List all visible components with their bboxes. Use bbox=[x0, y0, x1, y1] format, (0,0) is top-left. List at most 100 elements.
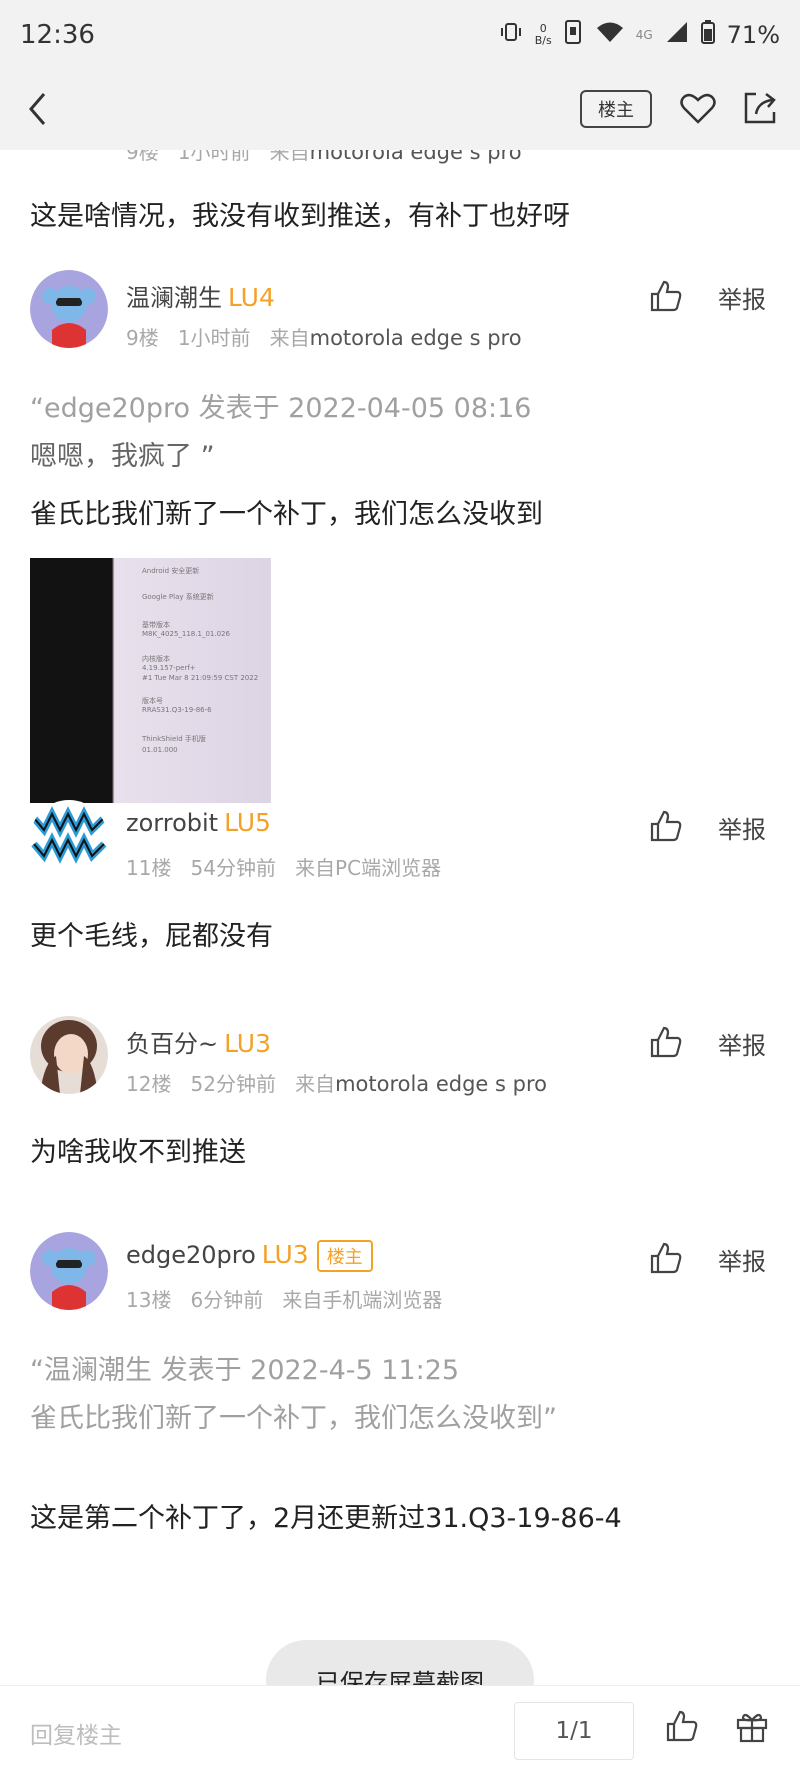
image-text: Google Play 系统更新 bbox=[142, 593, 214, 601]
report-button[interactable]: 举报 bbox=[718, 280, 766, 315]
author-name[interactable]: zorrobit bbox=[126, 809, 218, 837]
user-level: LU4 bbox=[228, 283, 275, 312]
floor-number: 11楼 bbox=[126, 856, 172, 880]
status-bar: 12:36 0 B/s 4G 71% bbox=[0, 0, 800, 72]
header: 楼主 bbox=[0, 72, 800, 150]
post-time: 1小时前 bbox=[177, 150, 251, 164]
quote-line: 雀氏比我们新了一个补丁，我们怎么没收到” bbox=[30, 1403, 557, 1434]
post-time: 1小时前 bbox=[177, 326, 251, 350]
report-button[interactable]: 举报 bbox=[718, 1026, 766, 1061]
source-label: 来自 bbox=[295, 1072, 336, 1096]
reply-meta: 11楼 54分钟前 来自PC端浏览器 bbox=[126, 852, 441, 881]
image-text: Android 安全更新 bbox=[142, 567, 200, 575]
op-badge: 楼主 bbox=[316, 1240, 373, 1272]
image-text: M8K_4025_118.1_01.026 bbox=[142, 630, 230, 638]
reply-body: 这是第二个补丁了，2月还更新过31.Q3-19-86-4 bbox=[30, 1503, 622, 1534]
quote-line: 嗯嗯，我疯了 ” bbox=[30, 441, 215, 472]
thumbs-up-icon bbox=[650, 280, 682, 312]
back-button[interactable] bbox=[18, 84, 58, 134]
avatar[interactable] bbox=[30, 270, 108, 348]
netspeed-unit: B/s bbox=[534, 34, 552, 47]
gift-button[interactable] bbox=[734, 1708, 772, 1746]
floor-number: 9楼 bbox=[126, 326, 159, 350]
share-icon bbox=[744, 92, 776, 124]
author-info: 温澜潮生 LU4 bbox=[126, 278, 275, 313]
author-name[interactable]: 负百分~ bbox=[126, 1030, 218, 1058]
like-button[interactable] bbox=[648, 1024, 688, 1064]
source-label: 来自 bbox=[269, 326, 310, 350]
post-time: 6分钟前 bbox=[190, 1288, 264, 1312]
user-level: LU3 bbox=[261, 1240, 309, 1269]
image-text: 版本号 bbox=[142, 697, 163, 705]
user-level: LU3 bbox=[224, 1029, 271, 1058]
reply-body: 这是啥情况，我没有收到推送，有补丁也好呀 bbox=[30, 201, 570, 232]
quote-line: “edge20pro 发表于 2022-04-05 08:16 bbox=[30, 393, 532, 424]
floor-number: 13楼 bbox=[126, 1288, 172, 1312]
reply-meta: 12楼 52分钟前 来自motorola edge s pro bbox=[126, 1068, 547, 1097]
source-label: 来自手机端浏览器 bbox=[282, 1288, 443, 1312]
source-device: motorola edge s pro bbox=[335, 1072, 547, 1096]
post-time: 52分钟前 bbox=[190, 1072, 276, 1096]
attached-image[interactable]: Android 安全更新 Google Play 系统更新 基带版本 M8K_4… bbox=[30, 558, 271, 803]
source-label: 来自 bbox=[269, 150, 310, 164]
post-time: 54分钟前 bbox=[190, 856, 276, 880]
image-text: ThinkShield 手机版 bbox=[142, 735, 206, 743]
reply-meta: 9楼 1小时前 来自motorola edge s pro bbox=[126, 150, 522, 165]
thumbs-up-icon bbox=[650, 810, 682, 842]
author-name[interactable]: edge20pro bbox=[126, 1241, 256, 1269]
floor-number: 12楼 bbox=[126, 1072, 172, 1096]
thumbs-up-icon bbox=[650, 1242, 682, 1274]
share-button[interactable] bbox=[740, 88, 780, 128]
author-info: zorrobit LU5 bbox=[126, 808, 271, 837]
image-text: 4.19.157-perf+ bbox=[142, 664, 196, 672]
reply-body: 雀氏比我们新了一个补丁，我们怎么没收到 bbox=[30, 499, 543, 530]
report-button[interactable]: 举报 bbox=[718, 1242, 766, 1277]
reply-meta: 13楼 6分钟前 来自手机端浏览器 bbox=[126, 1284, 442, 1313]
reply-body: 更个毛线，屁都没有 bbox=[30, 921, 273, 952]
sim-icon bbox=[564, 20, 584, 50]
avatar[interactable] bbox=[30, 1232, 108, 1310]
like-button[interactable] bbox=[648, 278, 688, 318]
battery-level: 71% bbox=[726, 21, 780, 49]
floor-number: 9楼 bbox=[126, 150, 159, 164]
source-label: 来自PC端浏览器 bbox=[295, 856, 442, 880]
like-button[interactable] bbox=[648, 1240, 688, 1280]
reply-list: ✦ ✦ ✦ 9楼 1小时前 来自motorola edge s pro 这是啥情… bbox=[0, 150, 800, 1680]
source-device: motorola edge s pro bbox=[309, 326, 522, 350]
reply-body: 为啥我收不到推送 bbox=[30, 1137, 246, 1168]
favorite-button[interactable] bbox=[678, 88, 718, 128]
signal-icon bbox=[665, 21, 689, 49]
image-text: 01.01.000 bbox=[142, 746, 178, 754]
netspeed: 0 B/s bbox=[535, 23, 552, 47]
thumbs-up-icon bbox=[650, 1026, 682, 1058]
heart-icon bbox=[680, 93, 716, 124]
network-type: 4G bbox=[635, 28, 653, 42]
reply-input[interactable]: 回复楼主 bbox=[30, 1716, 122, 1750]
top-bar: 12:36 0 B/s 4G 71% 楼主 bbox=[0, 0, 800, 150]
only-op-filter-button[interactable]: 楼主 bbox=[580, 90, 652, 128]
bottom-bar: 回复楼主 1/1 bbox=[0, 1685, 800, 1778]
chevron-left-icon bbox=[29, 93, 46, 125]
quote-line: “温澜潮生 发表于 2022-4-5 11:25 bbox=[30, 1355, 460, 1386]
author-info: 负百分~ LU3 bbox=[126, 1024, 271, 1059]
like-thread-button[interactable] bbox=[664, 1708, 702, 1746]
vibrate-icon bbox=[499, 21, 523, 49]
image-text: #1 Tue Mar 8 21:09:59 CST 2022 bbox=[142, 674, 259, 682]
gift-icon bbox=[736, 1713, 768, 1743]
battery-icon bbox=[700, 20, 715, 50]
image-text: 内核版本 bbox=[142, 655, 170, 663]
like-button[interactable] bbox=[648, 808, 688, 848]
user-level: LU5 bbox=[224, 808, 271, 837]
avatar[interactable] bbox=[30, 1016, 108, 1094]
image-text: RRAS31.Q3-19-86-6 bbox=[142, 706, 212, 714]
source-device: motorola edge s pro bbox=[309, 150, 522, 164]
avatar[interactable] bbox=[30, 800, 108, 878]
status-time: 12:36 bbox=[20, 20, 95, 50]
report-button[interactable]: 举报 bbox=[718, 810, 766, 845]
image-text: 基带版本 bbox=[142, 621, 170, 629]
reply-meta: 9楼 1小时前 来自motorola edge s pro bbox=[126, 322, 522, 351]
author-name[interactable]: 温澜潮生 bbox=[126, 284, 222, 312]
page-indicator[interactable]: 1/1 bbox=[514, 1702, 634, 1760]
thumbs-up-icon bbox=[666, 1710, 698, 1742]
status-icons: 0 B/s 4G 71% bbox=[499, 20, 780, 50]
